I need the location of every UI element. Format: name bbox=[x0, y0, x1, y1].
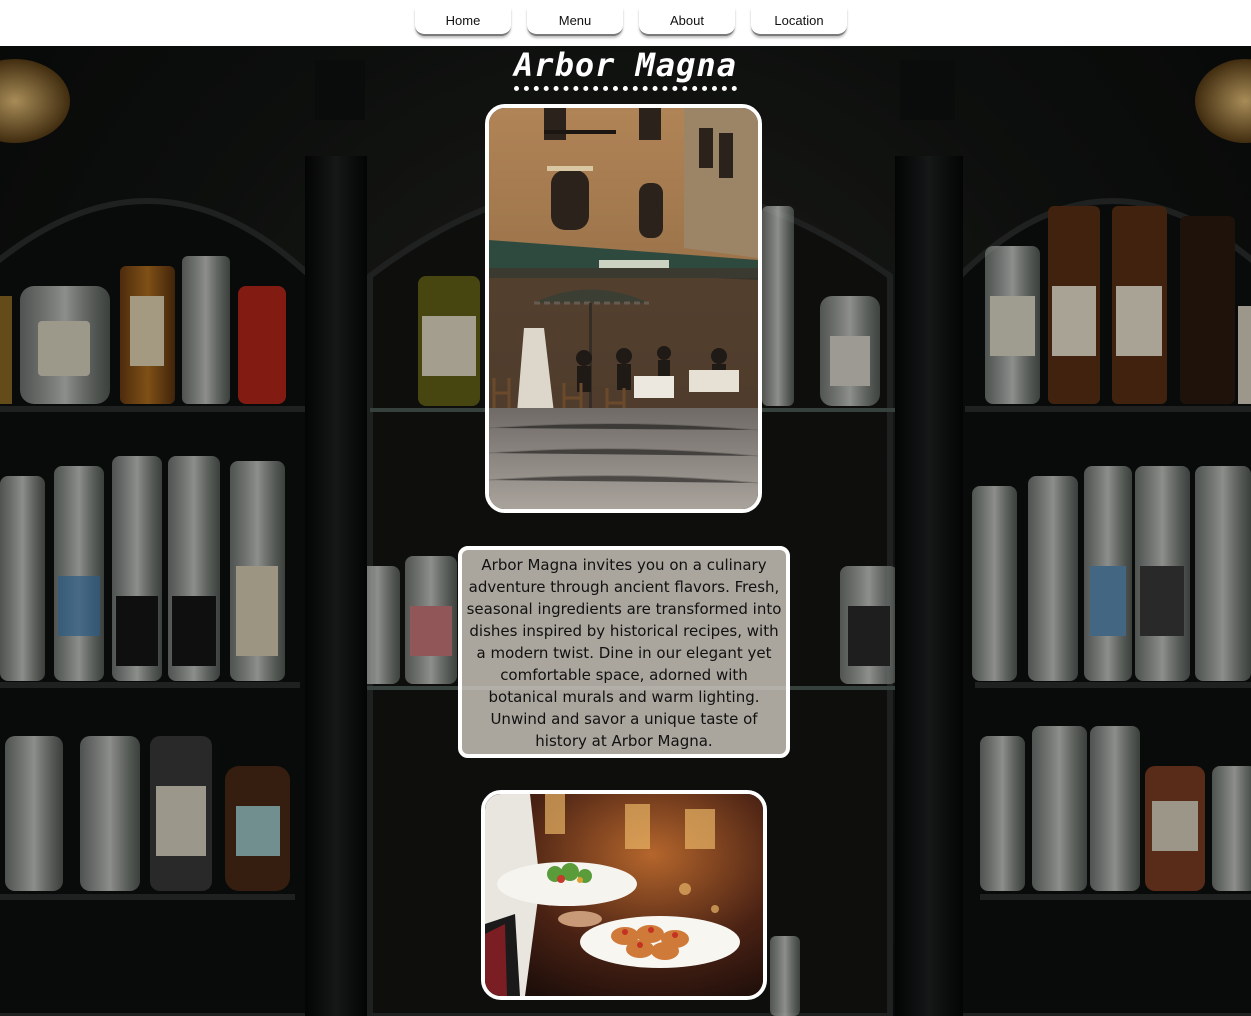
site-title: Arbor Magna bbox=[514, 48, 737, 91]
nav-about-button[interactable]: About bbox=[639, 8, 735, 36]
nav-location-button[interactable]: Location bbox=[751, 8, 847, 36]
about-description-text: Arbor Magna invites you on a culinary ad… bbox=[466, 556, 782, 750]
site-title-wrapper: Arbor Magna bbox=[0, 46, 1251, 91]
cafe-exterior-photo bbox=[485, 104, 762, 513]
top-navbar: Home Menu About Location bbox=[0, 0, 1251, 46]
food-plates-photo bbox=[481, 790, 767, 1000]
nav-menu-button[interactable]: Menu bbox=[527, 8, 623, 36]
about-description-box: Arbor Magna invites you on a culinary ad… bbox=[458, 546, 790, 758]
nav-menu: Home Menu About Location bbox=[415, 8, 847, 36]
nav-home-button[interactable]: Home bbox=[415, 8, 511, 36]
